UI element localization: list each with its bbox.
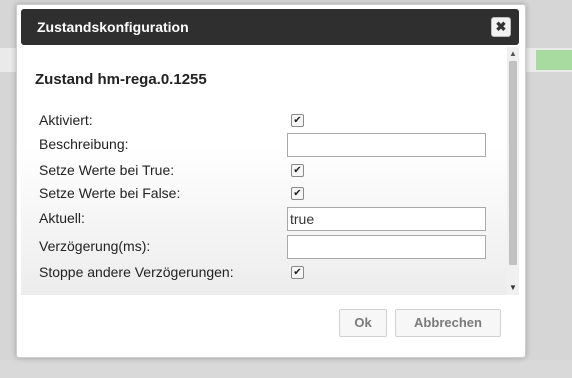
check-icon: ✔ [293,267,302,278]
check-icon: ✔ [293,188,302,199]
check-icon: ✔ [293,165,302,176]
input-beschreibung[interactable] [287,133,486,157]
row-stoppe: Stoppe andere Verzögerungen: ✔ [39,261,499,283]
label-stoppe: Stoppe andere Verzögerungen: [39,264,234,280]
cancel-button[interactable]: Abbrechen [395,309,501,337]
label-verzoegerung: Verzögerung(ms): [39,238,151,254]
checkbox-setze-false[interactable]: ✔ [291,187,304,200]
state-config-dialog: Zustandskonfiguration ✖ Zustand hm-rega.… [16,4,526,358]
row-setze-false: Setze Werte bei False: ✔ [39,182,499,204]
background-status-cell [536,50,572,70]
label-aktuell: Aktuell: [39,210,85,226]
close-icon: ✖ [495,19,507,34]
label-beschreibung: Beschreibung: [39,136,129,152]
checkbox-aktiviert[interactable]: ✔ [291,114,304,127]
state-heading: Zustand hm-rega.0.1255 [35,71,207,88]
triangle-down-icon[interactable]: ▼ [509,283,517,292]
input-verzoegerung[interactable] [287,235,486,259]
dialog-titlebar[interactable]: Zustandskonfiguration ✖ [21,9,519,45]
label-aktiviert: Aktiviert: [39,112,93,128]
content-scrollbar[interactable]: ▲ ▼ [507,47,519,295]
input-aktuell[interactable]: true [287,207,486,231]
checkbox-stoppe[interactable]: ✔ [291,266,304,279]
row-setze-true: Setze Werte bei True: ✔ [39,159,499,181]
close-button[interactable]: ✖ [491,17,511,37]
row-aktiviert: Aktiviert: ✔ [39,109,499,131]
row-aktuell: Aktuell: true [39,207,499,231]
row-verzoegerung: Verzögerung(ms): [39,235,499,259]
row-beschreibung: Beschreibung: [39,133,499,157]
scroll-thumb[interactable] [509,61,517,265]
triangle-up-icon[interactable]: ▲ [509,49,517,58]
dialog-content: Zustand hm-rega.0.1255 Aktiviert: ✔ Besc… [21,47,519,295]
dialog-title: Zustandskonfiguration [37,19,189,35]
label-setze-true: Setze Werte bei True: [39,162,175,178]
background-footer [0,360,572,378]
checkbox-setze-true[interactable]: ✔ [291,164,304,177]
check-icon: ✔ [293,115,302,126]
ok-button[interactable]: Ok [339,309,387,337]
label-setze-false: Setze Werte bei False: [39,185,181,201]
